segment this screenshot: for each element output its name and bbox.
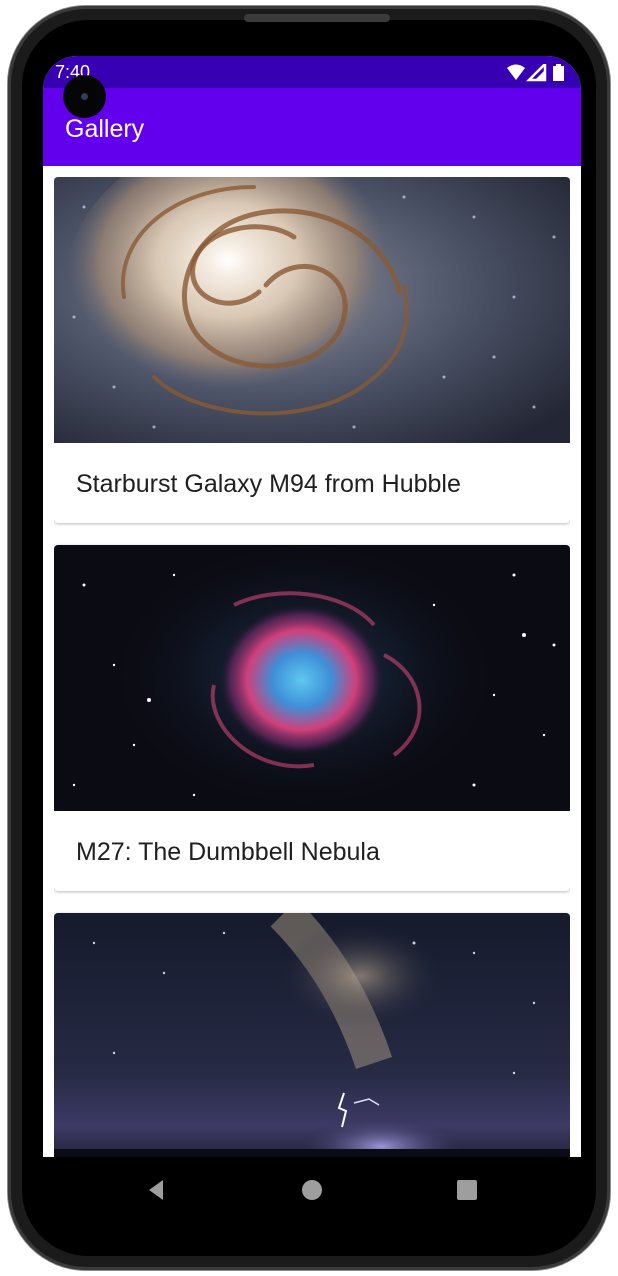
gallery-card[interactable]: M27: The Dumbbell Nebula [54, 545, 570, 891]
card-title: M27: The Dumbbell Nebula [76, 838, 380, 866]
signal-icon [525, 64, 547, 82]
nebula-image [54, 545, 570, 811]
status-bar: 7:40 [43, 56, 581, 88]
phone-screen: 7:40 Gallery Starburst Galaxy M94 from H… [43, 56, 581, 1157]
gallery-list[interactable]: Starburst Galaxy M94 from Hubble M27: Th… [54, 177, 570, 1157]
front-camera [63, 75, 106, 118]
status-icons [507, 64, 564, 82]
card-title: Starburst Galaxy M94 from Hubble [76, 470, 461, 498]
spiral-galaxy-image [54, 177, 570, 443]
battery-icon [553, 64, 564, 81]
navigation-bar [43, 1157, 581, 1223]
wifi-icon [507, 64, 525, 80]
app-bar: Gallery [43, 88, 581, 166]
recents-icon[interactable] [454, 1177, 480, 1203]
app-title: Gallery [65, 115, 145, 143]
gallery-card[interactable] [54, 913, 570, 1157]
back-icon[interactable] [143, 1177, 169, 1203]
earpiece-speaker [244, 14, 390, 22]
home-icon[interactable] [299, 1177, 325, 1203]
gallery-card[interactable]: Starburst Galaxy M94 from Hubble [54, 177, 570, 523]
milky-way-lightning-image [54, 913, 570, 1157]
